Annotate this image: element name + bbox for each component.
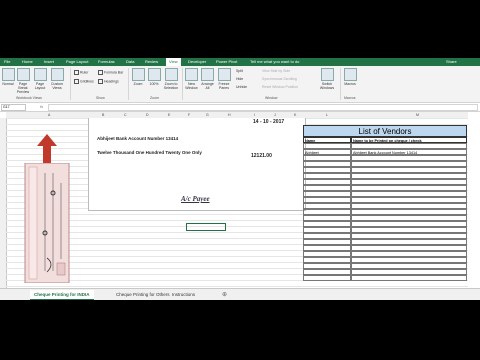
vendor-list-title: List of Vendors	[303, 125, 467, 137]
headings-checkbox[interactable]: Headings	[98, 79, 119, 84]
magnifier-icon	[132, 68, 145, 81]
synchronous-scrolling-button[interactable]: Synchronous Scrolling	[262, 77, 297, 81]
zoom-100-button[interactable]: 100%	[148, 68, 161, 86]
add-sheet-icon[interactable]: ⊕	[222, 291, 227, 298]
zoom-to-selection-button[interactable]: Zoom to Selection	[163, 68, 179, 90]
table-cell[interactable]	[351, 275, 467, 281]
group-label-window: Window	[265, 96, 278, 100]
tab-file[interactable]: File	[4, 59, 10, 64]
tell-me-box[interactable]: Tell me what you want to do	[250, 59, 299, 64]
custom-views-button[interactable]: Custom Views	[50, 68, 64, 90]
page-layout-icon	[34, 68, 47, 81]
new-window-icon	[185, 68, 198, 81]
arrange-all-icon	[201, 68, 214, 81]
cheque-date: 14 - 10 - 2017	[253, 119, 285, 125]
freeze-panes-button[interactable]: Freeze Panes	[217, 68, 231, 90]
tab-developer[interactable]: Developer	[188, 59, 206, 64]
tab-page-layout[interactable]: Page Layout	[66, 59, 88, 64]
switch-windows-icon	[320, 68, 334, 81]
page-break-icon	[16, 68, 30, 81]
zoom-100-icon	[148, 68, 161, 81]
tab-power-pivot[interactable]: Power Pivot	[216, 59, 237, 64]
sheet-tab-india[interactable]: Cheque Printing for INDIA	[30, 290, 94, 300]
tab-view[interactable]: View	[166, 58, 181, 66]
macros-button[interactable]: Macros	[344, 68, 357, 86]
group-label-macros: Macros	[344, 96, 356, 100]
group-label-zoom: Zoom	[150, 96, 159, 100]
freeze-panes-icon	[217, 68, 231, 81]
group-divider	[70, 68, 71, 100]
worksheet-grid[interactable]: 14 - 10 - 2017 Abhijeet Bank Account Num…	[6, 118, 468, 288]
page-layout-view-button[interactable]: Page Layout	[34, 68, 47, 90]
tab-data[interactable]: Data	[126, 59, 134, 64]
gridlines-checkbox[interactable]: Gridlines	[74, 79, 94, 84]
tab-home[interactable]: Home	[22, 59, 33, 64]
tab-insert[interactable]: Insert	[44, 59, 54, 64]
page-break-preview-button[interactable]: Page Break Preview	[16, 68, 30, 94]
arrange-all-button[interactable]: Arrange All	[201, 68, 214, 90]
share-button[interactable]: Share	[446, 59, 457, 64]
sheet-tab-instructions[interactable]: Instructions	[168, 290, 199, 299]
tab-review[interactable]: Review	[145, 59, 158, 64]
group-label-show: Show	[96, 96, 105, 100]
sample-cheque-image	[24, 163, 70, 283]
group-divider	[128, 68, 129, 100]
sheet-tab-bar: Cheque Printing for INDIA Cheque Printin…	[0, 288, 480, 300]
group-label-workbook-views: Workbook Views	[16, 96, 42, 100]
cheque-print-area: 14 - 10 - 2017 Abhijeet Bank Account Num…	[88, 118, 306, 211]
sheet-tab-others[interactable]: Cheque Printing for Others	[112, 290, 174, 299]
macros-icon	[344, 68, 357, 81]
selected-cell[interactable]	[186, 223, 226, 231]
table-cell[interactable]	[303, 275, 351, 281]
formula-bar-checkbox[interactable]: Formula Bar	[98, 70, 123, 75]
ribbon: Normal Page Break Preview Page Layout Cu…	[0, 66, 480, 103]
ruler-checkbox[interactable]: Ruler	[74, 70, 88, 75]
up-arrow-icon	[37, 134, 57, 164]
unhide-button[interactable]: Unhide	[236, 85, 247, 89]
new-window-button[interactable]: New Window	[185, 68, 198, 90]
ribbon-tab-bar: File Home Insert Page Layout Formulas Da…	[0, 58, 480, 66]
tab-formulas[interactable]: Formulas	[98, 59, 115, 64]
group-divider	[340, 68, 341, 100]
cheque-amount: 12121.00	[251, 153, 272, 159]
normal-view-icon	[2, 68, 15, 81]
split-button[interactable]: Split	[236, 69, 243, 73]
excel-window: File Home Insert Page Layout Formulas Da…	[0, 58, 480, 300]
cheque-amount-words: Twelve Thousand One Hundred Twenty One O…	[97, 150, 202, 155]
cheque-payee-name: Abhijeet Bank Account Number 13414	[97, 136, 179, 141]
formula-bar: G17 fx	[0, 103, 480, 112]
formula-input[interactable]	[48, 104, 478, 111]
group-divider	[182, 68, 183, 100]
hide-button[interactable]: Hide	[236, 77, 243, 81]
name-box[interactable]: G17	[1, 104, 26, 111]
view-side-by-side-button[interactable]: View Side by Side	[262, 69, 290, 73]
normal-view-button[interactable]: Normal	[2, 68, 15, 86]
vendor-list-table: List of Vendors Name Name to be Printed …	[303, 118, 467, 288]
switch-windows-button[interactable]: Switch Windows	[318, 68, 336, 90]
custom-views-icon	[50, 68, 64, 81]
reset-window-position-button[interactable]: Reset Window Position	[262, 85, 298, 89]
fx-icon[interactable]: fx	[40, 104, 43, 109]
zoom-button[interactable]: Zoom	[132, 68, 145, 86]
zoom-selection-icon	[164, 68, 178, 81]
ac-payee-stamp: A/c Payee	[181, 195, 210, 203]
